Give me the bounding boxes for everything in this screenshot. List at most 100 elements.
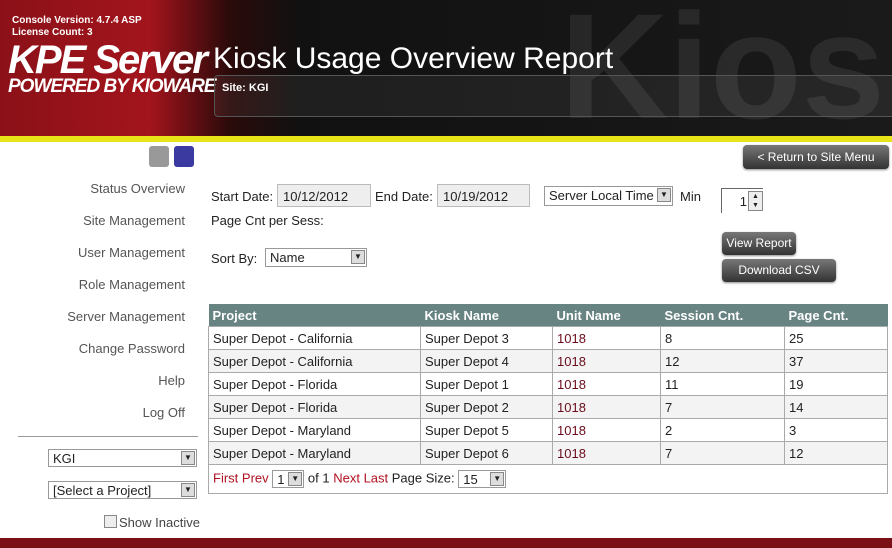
console-version: Console Version: 4.7.4 ASP bbox=[12, 15, 142, 26]
sidebar-item-status[interactable]: Status Overview bbox=[90, 181, 185, 196]
table-header-row: Project Kiosk Name Unit Name Session Cnt. Pa… bbox=[208, 304, 888, 327]
table-cell: 1018 bbox=[552, 349, 661, 373]
table-cell: Super Depot 2 bbox=[420, 395, 553, 419]
pager-prev[interactable]: Prev bbox=[242, 470, 269, 485]
sidebar-item-role[interactable]: Role Management bbox=[79, 277, 185, 292]
table-cell: Super Depot - Florida bbox=[208, 395, 421, 419]
table-cell: Super Depot - Maryland bbox=[208, 441, 421, 465]
table-cell: 1018 bbox=[552, 326, 661, 350]
project-select[interactable]: [Select a Project] ▼ bbox=[48, 481, 197, 499]
document-list-icon[interactable] bbox=[174, 146, 194, 167]
min-label: Min bbox=[680, 189, 701, 204]
pager: First Prev 1 ▼ of 1 Next Last Page Size: … bbox=[208, 464, 888, 494]
sidebar-item-logoff[interactable]: Log Off bbox=[143, 405, 185, 420]
yellow-divider bbox=[0, 136, 892, 142]
table-cell: 14 bbox=[784, 395, 888, 419]
table-row: Super Depot - Maryland Super Depot 5 1018 2… bbox=[208, 418, 888, 442]
column-header[interactable]: Page Cnt. bbox=[784, 304, 888, 327]
sidebar-divider bbox=[18, 436, 198, 437]
table-cell: 7 bbox=[660, 441, 785, 465]
table-cell: 2 bbox=[660, 418, 785, 442]
table-cell: 11 bbox=[660, 372, 785, 396]
table-cell: 7 bbox=[660, 395, 785, 419]
return-to-site-menu-button[interactable]: < Return to Site Menu bbox=[743, 145, 889, 169]
table-cell: 1018 bbox=[552, 395, 661, 419]
chevron-down-icon: ▼ bbox=[490, 472, 505, 486]
pager-first[interactable]: First bbox=[213, 470, 238, 485]
end-date-label: End Date: bbox=[375, 189, 433, 204]
end-date-input[interactable]: 10/19/2012 bbox=[437, 184, 530, 207]
column-header[interactable]: Unit Name bbox=[552, 304, 661, 327]
site-select[interactable]: KGI ▼ bbox=[48, 449, 197, 467]
table-row: Super Depot - California Super Depot 3 101… bbox=[208, 326, 888, 350]
table-row: Super Depot - Maryland Super Depot 6 1018 7… bbox=[208, 441, 888, 465]
sort-by-value: Name bbox=[270, 250, 305, 265]
table-cell: Super Depot 6 bbox=[420, 441, 553, 465]
table-cell: 12 bbox=[660, 349, 785, 373]
pager-next[interactable]: Next bbox=[333, 470, 360, 485]
chevron-down-icon: ▼ bbox=[351, 250, 365, 264]
table-cell: Super Depot - California bbox=[208, 349, 421, 373]
view-report-button[interactable]: View Report bbox=[722, 232, 796, 255]
sidebar-item-site[interactable]: Site Management bbox=[83, 213, 185, 228]
column-header[interactable]: Project bbox=[208, 304, 421, 327]
site-panel: Site: KGI bbox=[214, 75, 892, 117]
table-cell: Super Depot 1 bbox=[420, 372, 553, 396]
site-select-value: KGI bbox=[53, 451, 76, 466]
chevron-down-icon: ▼ bbox=[288, 472, 303, 486]
project-select-value: [Select a Project] bbox=[53, 483, 152, 498]
table-cell: 8 bbox=[660, 326, 785, 350]
table-cell: Super Depot 5 bbox=[420, 418, 553, 442]
chevron-down-icon: ▼ bbox=[181, 451, 195, 465]
pager-last[interactable]: Last bbox=[364, 470, 389, 485]
sidebar-item-server[interactable]: Server Management bbox=[67, 309, 185, 324]
table-row: Super Depot - California Super Depot 4 101… bbox=[208, 349, 888, 373]
sidebar-item-password[interactable]: Change Password bbox=[79, 341, 185, 356]
table-cell: 1018 bbox=[552, 372, 661, 396]
logo-tagline: POWERED BY KIOWARE bbox=[8, 76, 217, 97]
download-csv-button[interactable]: Download CSV bbox=[722, 259, 836, 282]
table-cell: 1018 bbox=[552, 418, 661, 442]
sidebar-item-user[interactable]: User Management bbox=[78, 245, 185, 260]
column-header[interactable]: Session Cnt. bbox=[660, 304, 785, 327]
header-banner: Kiosk Pro Console Version: 4.7.4 ASP Lic… bbox=[0, 0, 892, 150]
page-size-select[interactable]: 15 ▼ bbox=[458, 470, 507, 488]
show-inactive-checkbox[interactable] bbox=[104, 515, 117, 528]
table-row: Super Depot - Florida Super Depot 1 1018 11… bbox=[208, 372, 888, 396]
table-row: Super Depot - Florida Super Depot 2 1018 7 1… bbox=[208, 395, 888, 419]
table-cell: 1018 bbox=[552, 441, 661, 465]
table-cell: Super Depot 3 bbox=[420, 326, 553, 350]
folder-icon[interactable] bbox=[149, 146, 169, 167]
report-table: Project Kiosk Name Unit Name Session Cnt. Pa… bbox=[208, 304, 888, 494]
page-size-value: 15 bbox=[463, 472, 478, 487]
chevron-down-icon: ▼ bbox=[657, 188, 671, 202]
pager-of: of 1 bbox=[307, 470, 330, 486]
sort-by-label: Sort By: bbox=[211, 251, 258, 266]
column-header[interactable]: Kiosk Name bbox=[420, 304, 553, 327]
page-title: Kiosk Usage Overview Report bbox=[213, 42, 614, 75]
spinner-arrows-icon[interactable]: ▲ ▼ bbox=[748, 191, 763, 211]
page-select-value: 1 bbox=[277, 472, 285, 487]
table-cell: Super Depot - Maryland bbox=[208, 418, 421, 442]
table-cell: 3 bbox=[784, 418, 888, 442]
page-select[interactable]: 1 ▼ bbox=[272, 470, 305, 488]
table-cell: 12 bbox=[784, 441, 888, 465]
table-cell: 37 bbox=[784, 349, 888, 373]
sort-by-select[interactable]: Name ▼ bbox=[265, 248, 367, 267]
site-label: Site: KGI bbox=[222, 82, 269, 94]
min-page-count-stepper[interactable]: 1 ▲ ▼ bbox=[721, 188, 763, 213]
start-date-input[interactable]: 10/12/2012 bbox=[277, 184, 371, 207]
table-cell: 19 bbox=[784, 372, 888, 396]
table-cell: 25 bbox=[784, 326, 888, 350]
sidebar-item-help[interactable]: Help bbox=[158, 373, 185, 388]
min-value: 1 bbox=[739, 194, 747, 209]
start-date-label: Start Date: bbox=[211, 189, 274, 204]
page-count-label: Page Cnt per Sess: bbox=[211, 213, 324, 228]
license-count: License Count: 3 bbox=[12, 27, 93, 38]
timezone-value: Server Local Time bbox=[549, 188, 654, 203]
table-cell: Super Depot - California bbox=[208, 326, 421, 350]
timezone-select[interactable]: Server Local Time ▼ bbox=[544, 186, 673, 206]
show-inactive-label: Show Inactive bbox=[119, 515, 200, 530]
chevron-down-icon: ▼ bbox=[181, 483, 195, 497]
page-size-label: Page Size: bbox=[391, 470, 455, 486]
